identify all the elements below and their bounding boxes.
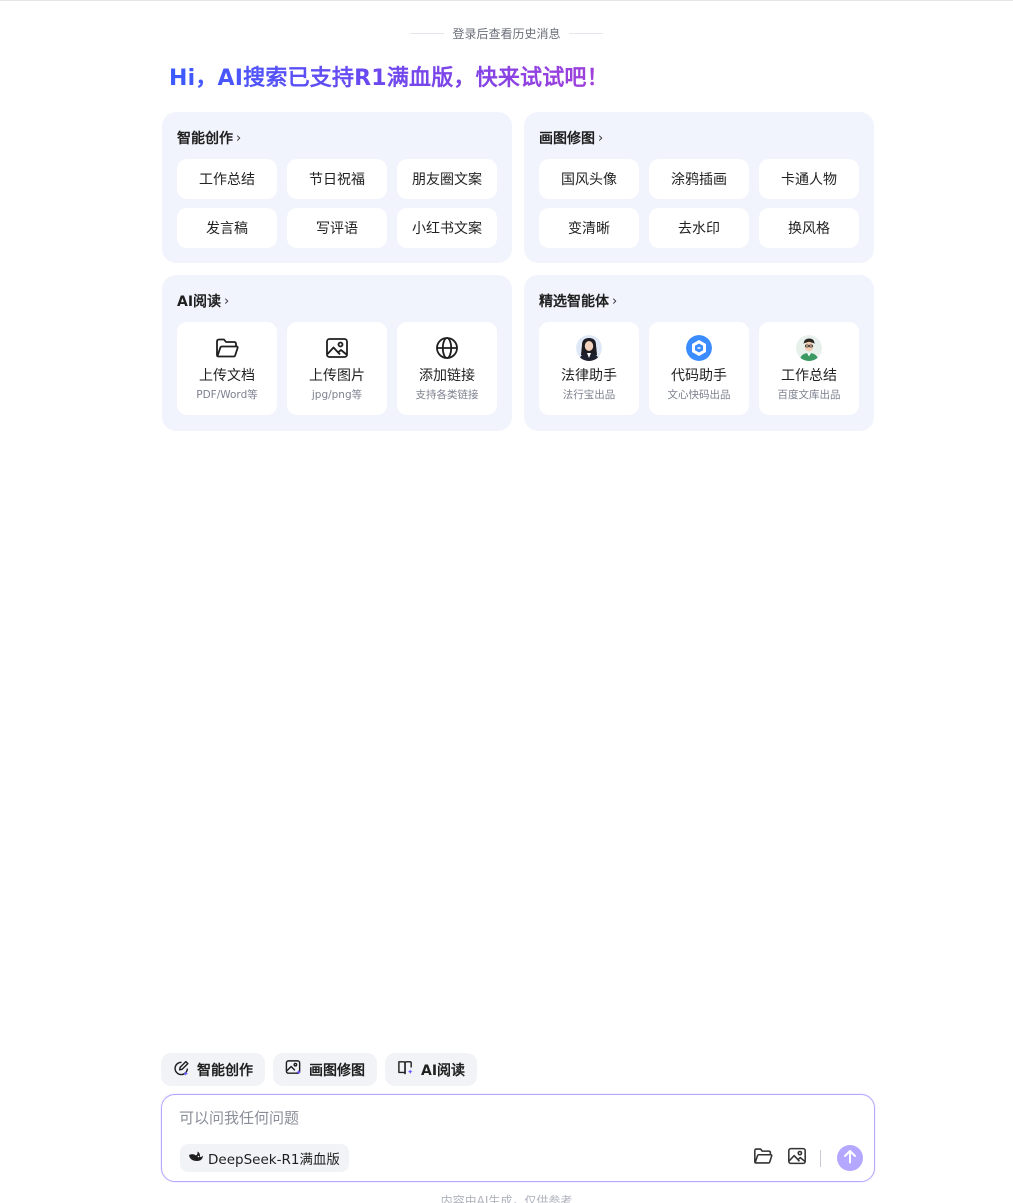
tile-add-link[interactable]: 添加链接 支持各类链接	[397, 322, 497, 415]
drawing-card-title[interactable]: 画图修图 ›	[539, 128, 603, 148]
chat-input-box: DeepSeek-R1满血版	[161, 1094, 875, 1182]
login-history-hint[interactable]: 登录后查看历史消息	[0, 25, 1013, 42]
chevron-right-icon: ›	[598, 130, 604, 146]
lawyer-avatar-icon	[576, 335, 602, 361]
agents-card: 精选智能体 › 法律助手 法行宝出品 代码助手 文心快码出品 工作总结 百度文库…	[524, 275, 874, 431]
model-label: DeepSeek-R1满血版	[208, 1152, 340, 1168]
upload-image-button[interactable]	[786, 1147, 808, 1169]
tile-work-summary-agent[interactable]: 工作总结 百度文库出品	[759, 322, 859, 415]
chevron-right-icon: ›	[236, 130, 242, 146]
upload-file-button[interactable]	[752, 1147, 774, 1169]
tile-sublabel: 百度文库出品	[777, 389, 841, 401]
tile-sublabel: 文心快码出品	[667, 389, 731, 401]
tile-label: 上传图片	[309, 368, 365, 384]
tile-label: 法律助手	[561, 368, 617, 384]
tile-code-assistant[interactable]: 代码助手 文心快码出品	[649, 322, 749, 415]
chip-review[interactable]: 写评语	[287, 208, 387, 248]
tab-ai-reading[interactable]: AI阅读	[385, 1053, 478, 1086]
chip-moments-copy[interactable]: 朋友圈文案	[397, 159, 497, 199]
tile-upload-document[interactable]: 上传文档 PDF/Word等	[177, 322, 277, 415]
book-sparkle-icon	[397, 1059, 414, 1080]
hint-left-line	[410, 33, 445, 34]
hint-text: 登录后查看历史消息	[452, 27, 561, 41]
drawing-title-text: 画图修图	[539, 131, 595, 147]
worker-avatar-icon	[796, 335, 822, 361]
welcome-headline: Hi，AI搜索已支持R1满血版，快来试试吧！	[169, 60, 609, 92]
agents-card-title[interactable]: 精选智能体 ›	[539, 291, 617, 311]
tile-sublabel: jpg/png等	[311, 389, 363, 401]
folder-icon	[214, 335, 240, 361]
creation-title-text: 智能创作	[177, 131, 233, 147]
chip-cartoon[interactable]: 卡通人物	[759, 159, 859, 199]
reading-card: AI阅读 › 上传文档 PDF/Word等 上传图片 jpg/png等 添加链接…	[162, 275, 512, 431]
chip-work-summary[interactable]: 工作总结	[177, 159, 277, 199]
reading-card-title[interactable]: AI阅读 ›	[177, 291, 229, 311]
image-icon	[324, 335, 350, 361]
image-sparkle-icon	[285, 1059, 302, 1080]
code-logo-icon	[686, 335, 712, 361]
tile-label: 工作总结	[781, 368, 837, 384]
arrow-up-icon	[843, 1149, 857, 1168]
chip-sharpen[interactable]: 变清晰	[539, 208, 639, 248]
tile-label: 上传文档	[199, 368, 255, 384]
model-selector[interactable]: DeepSeek-R1满血版	[180, 1144, 349, 1172]
tab-label: 画图修图	[309, 1062, 365, 1079]
chip-speech[interactable]: 发言稿	[177, 208, 277, 248]
folder-icon	[753, 1147, 773, 1169]
tile-legal-assistant[interactable]: 法律助手 法行宝出品	[539, 322, 639, 415]
chat-input[interactable]	[179, 1107, 849, 1133]
tile-sublabel: 支持各类链接	[415, 389, 479, 401]
chip-xiaohongshu-copy[interactable]: 小红书文案	[397, 208, 497, 248]
reading-title-text: AI阅读	[177, 294, 222, 310]
tab-draw-edit[interactable]: 画图修图	[273, 1053, 377, 1086]
hint-right-line	[568, 33, 603, 34]
ai-disclaimer: 内容由AI生成，仅供参考	[440, 1194, 573, 1203]
chip-doodle[interactable]: 涂鸦插画	[649, 159, 749, 199]
tile-label: 添加链接	[419, 368, 475, 384]
chip-remove-watermark[interactable]: 去水印	[649, 208, 749, 248]
agents-title-text: 精选智能体	[539, 294, 609, 310]
tile-sublabel: PDF/Word等	[196, 389, 258, 401]
chevron-right-icon: ›	[224, 293, 230, 309]
tab-label: 智能创作	[197, 1062, 253, 1079]
tile-sublabel: 法行宝出品	[562, 389, 616, 401]
tab-smart-creation[interactable]: 智能创作	[161, 1053, 265, 1086]
creation-card-title[interactable]: 智能创作 ›	[177, 128, 241, 148]
creation-card: 智能创作 › 工作总结 节日祝福 朋友圈文案 发言稿 写评语 小红书文案	[162, 112, 512, 263]
image-icon	[787, 1147, 807, 1169]
quick-tabs: 智能创作 画图修图 AI阅读	[161, 1053, 478, 1086]
globe-icon	[434, 335, 460, 361]
toolbar-divider	[820, 1150, 821, 1167]
whale-icon	[188, 1149, 204, 1167]
tile-label: 代码助手	[671, 368, 727, 384]
top-divider	[0, 0, 1013, 1]
chip-change-style[interactable]: 换风格	[759, 208, 859, 248]
tab-label: AI阅读	[421, 1062, 466, 1079]
send-button[interactable]	[837, 1145, 863, 1171]
chip-holiday-greeting[interactable]: 节日祝福	[287, 159, 387, 199]
tile-upload-image[interactable]: 上传图片 jpg/png等	[287, 322, 387, 415]
chevron-right-icon: ›	[612, 293, 618, 309]
pen-sparkle-icon	[173, 1059, 190, 1080]
drawing-card: 画图修图 › 国风头像 涂鸦插画 卡通人物 变清晰 去水印 换风格	[524, 112, 874, 263]
chip-guofeng-avatar[interactable]: 国风头像	[539, 159, 639, 199]
